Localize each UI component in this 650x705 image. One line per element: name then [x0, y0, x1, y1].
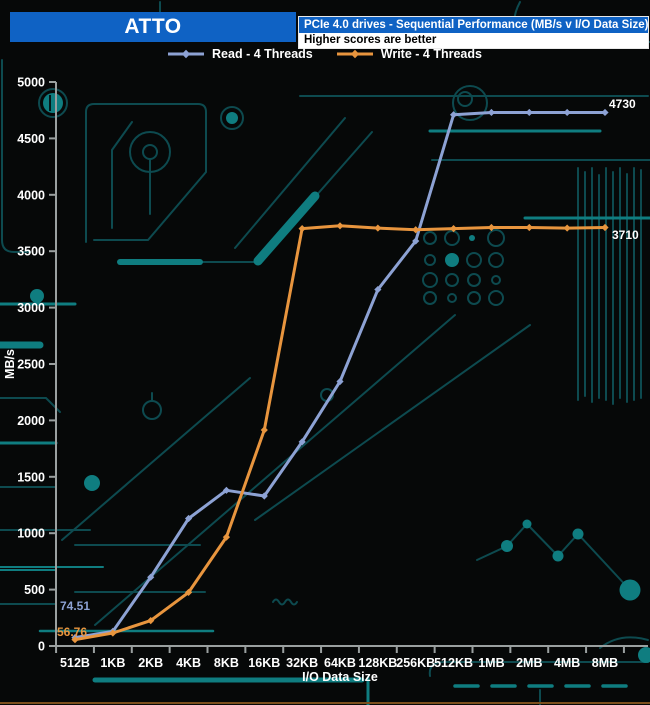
data-label: 74.51 — [60, 599, 90, 613]
x-tick-label: 2MB — [516, 656, 542, 670]
benchmark-name: ATTO — [124, 15, 181, 39]
y-tick-label: 500 — [24, 583, 45, 597]
x-tick-label: 512KB — [434, 656, 473, 670]
legend: Read - 4 Threads Write - 4 Threads — [0, 47, 650, 61]
data-point-marker — [450, 225, 457, 232]
data-point-marker — [374, 224, 381, 231]
x-tick-label: 64KB — [324, 656, 356, 670]
series-line-read — [75, 113, 605, 638]
data-point-marker — [261, 426, 268, 433]
y-tick-label: 2500 — [17, 358, 45, 372]
legend-label: Write - 4 Threads — [381, 47, 482, 61]
series-line-write — [75, 226, 605, 640]
x-tick-label: 32KB — [286, 656, 318, 670]
data-point-marker — [450, 111, 457, 118]
x-tick-label: 8MB — [592, 656, 618, 670]
data-label: 56.76 — [57, 625, 87, 639]
y-axis-title: MB/s — [3, 349, 17, 379]
axes — [56, 82, 648, 646]
y-tick-label: 0 — [38, 640, 45, 654]
x-tick-label: 1KB — [100, 656, 125, 670]
x-tick-label: 256KB — [396, 656, 435, 670]
x-tick-label: 1MB — [478, 656, 504, 670]
chart-title: PCIe 4.0 drives - Sequential Performance… — [299, 17, 648, 33]
y-tick-label: 4500 — [17, 132, 45, 146]
data-point-marker — [601, 109, 608, 116]
data-label: 4730 — [609, 97, 636, 111]
benchmark-name-box: ATTO — [10, 12, 296, 42]
data-point-marker — [488, 224, 495, 231]
data-point-marker — [526, 109, 533, 116]
chart-title-box: PCIe 4.0 drives - Sequential Performance… — [298, 16, 649, 49]
legend-label: Read - 4 Threads — [212, 47, 313, 61]
y-tick-label: 2000 — [17, 414, 45, 428]
chart-subtitle: Higher scores are better — [299, 33, 648, 48]
x-tick-label: 4KB — [176, 656, 201, 670]
legend-marker-icon — [168, 49, 204, 59]
x-axis-title: I/O Data Size — [302, 670, 378, 684]
data-point-marker — [299, 225, 306, 232]
y-tick-label: 1000 — [17, 527, 45, 541]
x-tick-label: 8KB — [214, 656, 239, 670]
x-tick-label: 128KB — [358, 656, 397, 670]
chart-svg: 0 500 1000 1500 2000 2500 3000 3500 4000 4500 5000… — [0, 0, 650, 705]
y-tick-label: 3000 — [17, 301, 45, 315]
legend-item-write: Write - 4 Threads — [337, 47, 482, 61]
x-tick-label: 4MB — [554, 656, 580, 670]
data-point-marker — [564, 109, 571, 116]
data-point-marker — [601, 224, 608, 231]
data-point-marker — [336, 222, 343, 229]
data-point-marker — [564, 224, 571, 231]
data-point-marker — [488, 109, 495, 116]
data-label: 3710 — [612, 228, 639, 242]
legend-marker-icon — [337, 49, 373, 59]
x-tick-label: 16KB — [248, 656, 280, 670]
data-point-marker — [526, 224, 533, 231]
y-tick-label: 5000 — [17, 76, 45, 90]
legend-item-read: Read - 4 Threads — [168, 47, 313, 61]
x-tick-label: 512B — [60, 656, 90, 670]
y-tick-label: 3500 — [17, 245, 45, 259]
x-tick-label: 2KB — [138, 656, 163, 670]
atto-benchmark-chart: ATTO PCIe 4.0 drives - Sequential Perfor… — [0, 0, 650, 705]
y-tick-label: 4000 — [17, 188, 45, 202]
y-tick-label: 1500 — [17, 470, 45, 484]
